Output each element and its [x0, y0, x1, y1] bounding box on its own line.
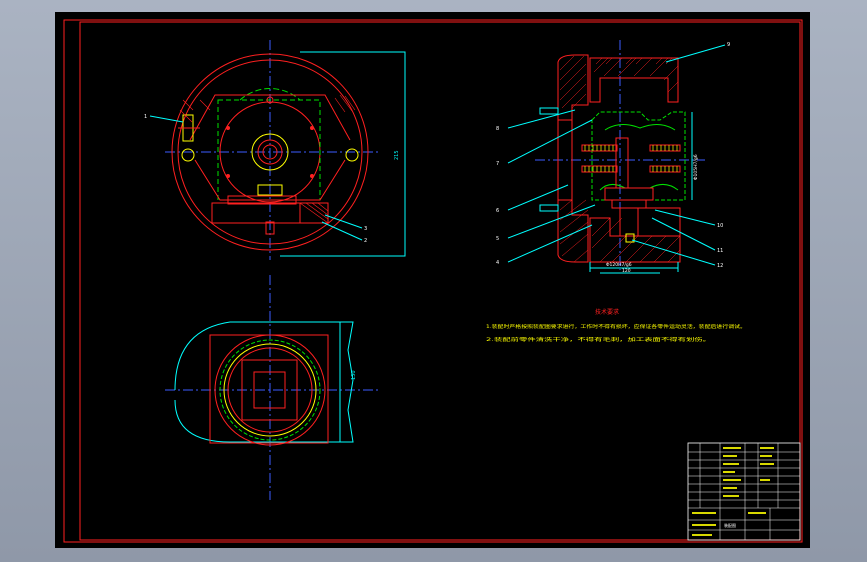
part-number-4: 4 — [496, 260, 499, 266]
dim-215: 215 — [394, 150, 400, 160]
inner-border — [79, 21, 801, 541]
part-number-9: 9 — [727, 42, 730, 48]
dim-120: 120 — [622, 268, 631, 274]
notes-line-2: 2.装配前零件清洗干净，不得有毛刺，加工表面不得有划伤。 — [486, 336, 711, 343]
section-view — [535, 40, 705, 274]
part-number-1: 1 — [144, 114, 147, 120]
part-number-10: 10 — [717, 223, 723, 229]
part-number-3: 3 — [364, 226, 367, 232]
notes-title: 技术要求 — [595, 308, 619, 316]
part-number-6: 6 — [496, 208, 499, 214]
notes-line-1: 1.装配时严格按照装配图要求进行，工作时不得有损坏，应保证各零件运动灵活，装配后… — [486, 323, 746, 330]
bottom-view — [165, 275, 380, 500]
cad-drawing[interactable]: 215 1 3 2 130 Φ120H7/g6 120 Φ105H7/g6 9 … — [0, 0, 867, 562]
part-number-12: 12 — [717, 263, 723, 269]
title-block — [687, 442, 801, 541]
dim-130: 130 — [351, 370, 357, 380]
part-number-5: 5 — [496, 236, 499, 242]
fit-dimension-bottom: Φ120H7/g6 — [606, 262, 632, 268]
part-number-2: 2 — [364, 238, 367, 244]
part-number-11: 11 — [717, 248, 723, 254]
top-view — [165, 40, 406, 260]
outer-border — [63, 19, 803, 543]
fit-dimension-right: Φ105H7/g6 — [693, 154, 699, 180]
part-number-8: 8 — [496, 126, 499, 132]
title-block-drawing-title: 装配图 — [724, 522, 736, 528]
part-number-7: 7 — [496, 161, 499, 167]
